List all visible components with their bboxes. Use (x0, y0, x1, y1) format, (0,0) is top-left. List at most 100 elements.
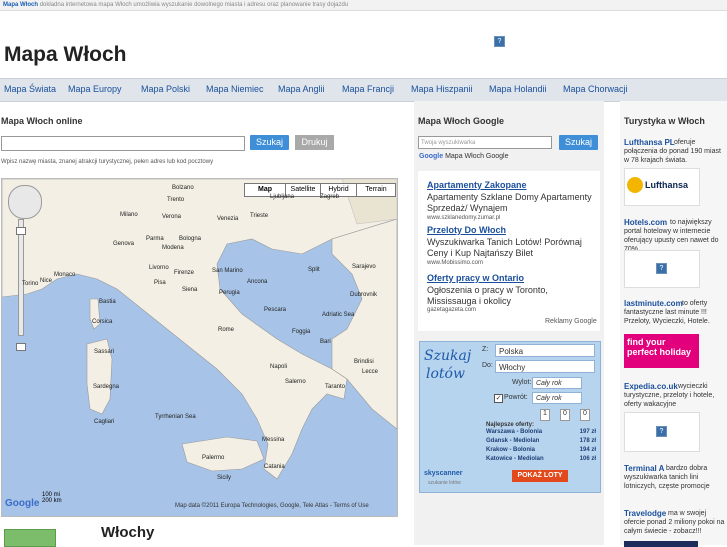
from-label: Z: (482, 346, 489, 353)
zoom-slider[interactable] (18, 219, 24, 336)
map-type-terrain[interactable]: Terrain (356, 183, 396, 197)
infants-count[interactable]: 0 (580, 409, 590, 421)
city-label: Brindisi (354, 359, 374, 365)
city-label: Pisa (154, 280, 166, 286)
to-label: Do: (482, 362, 493, 369)
city-label: Monaco (54, 272, 76, 278)
ad-title-1[interactable]: Apartamenty Zakopane (427, 180, 527, 190)
city-label: Napoli (270, 364, 288, 370)
site-title[interactable]: Mapa Włoch (4, 43, 127, 67)
nav-item-mapa-hiszpanii[interactable]: Mapa Hiszpanii (411, 84, 473, 94)
travelodge-banner[interactable] (624, 541, 698, 547)
map-search-button[interactable]: Szukaj (250, 135, 289, 150)
ad-title-3[interactable]: Oferty pracy w Ontario (427, 273, 524, 283)
city-label: San Marino (212, 268, 243, 274)
ad-url-2[interactable]: www.Mobissimo.com (427, 260, 483, 266)
children-count[interactable]: 0 (560, 409, 570, 421)
lufthansa-logo: Lufthansa (645, 180, 689, 190)
top-navigation: Mapa Świata Mapa Europy Mapa Polski Mapa… (0, 78, 727, 102)
google-logo[interactable]: Google (5, 498, 39, 509)
from-input[interactable]: Polska (495, 344, 595, 357)
nav-item-mapa-polski[interactable]: Mapa Polski (141, 84, 190, 94)
city-label: Salerno (285, 379, 306, 385)
ads-label[interactable]: Reklamy Google (545, 318, 597, 325)
top-brand[interactable]: Mapa Włoch (0, 2, 38, 8)
city-label: Bolzano (172, 185, 194, 191)
google-search-input[interactable]: Twoja wyszukiwarka (418, 136, 552, 149)
map-scale: 100 mi 200 km (42, 492, 62, 504)
city-label: Foggia (292, 329, 311, 335)
nav-item-mapa-europy[interactable]: Mapa Europy (68, 84, 122, 94)
to-input[interactable]: Włochy (495, 360, 595, 373)
nav-item-mapa-anglii[interactable]: Mapa Anglii (278, 84, 325, 94)
adults-count[interactable]: 1 (540, 409, 550, 421)
city-label: Modena (162, 245, 184, 251)
offer-row[interactable]: Katowice - Mediolan 106 zł (484, 456, 596, 465)
nav-item-mapa-chorwacji[interactable]: Mapa Chorwacji (563, 84, 628, 94)
lufthansa-text: oferuje połączenia do ponad 190 miast w … (624, 139, 721, 164)
nav-item-mapa-holandii[interactable]: Mapa Holandii (489, 84, 547, 94)
return-select[interactable]: Cały rok (532, 392, 582, 404)
zoom-in-icon[interactable] (16, 227, 26, 235)
terminal-a-text: bardzo dobra wyszukiwarka tanich lini lo… (624, 465, 710, 490)
offer-route: Katowice - Mediolan (486, 456, 544, 462)
city-label: Perugia (219, 290, 240, 296)
top-info-bar: Mapa Włoch dokładna internetowa mapa Wło… (0, 0, 727, 11)
city-label: Taranto (325, 384, 346, 390)
return-checkbox[interactable]: ✓ (494, 394, 503, 403)
expedia-image-icon: ? (656, 426, 667, 437)
ad-url-3[interactable]: gazetagazeta.com (427, 307, 476, 313)
offer-price: 197 zł (579, 429, 596, 435)
nav-item-mapa-swiata[interactable]: Mapa Świata (4, 84, 56, 94)
city-label: Cagliari (94, 419, 115, 425)
top-description: dokładna internetowa mapa Włoch umożliwi… (39, 2, 349, 8)
travelodge-text: ma w swojej ofercie ponad 2 miliony poko… (624, 510, 725, 535)
city-label: Zagreb (320, 194, 340, 200)
city-label: Bari (320, 339, 331, 345)
city-label: Trieste (250, 213, 269, 219)
city-label: Corsica (92, 319, 113, 325)
skyscanner-logo[interactable]: skyscanner (424, 470, 463, 477)
ad-text-2: Wyszukiwarka Tanich Lotów! Porównaj Ceny… (427, 237, 582, 258)
google-heading: Mapa Włoch Google (418, 116, 505, 126)
city-label: Firenze (174, 270, 195, 276)
flight-brand-top: Szukaj (424, 348, 472, 364)
city-label: Palermo (202, 455, 225, 461)
nav-item-mapa-niemiec[interactable]: Mapa Niemiec (206, 84, 264, 94)
map-search-input[interactable] (1, 136, 245, 151)
city-label: Milano (120, 212, 138, 218)
lastminute-banner[interactable]: find your perfect holiday (624, 334, 699, 368)
ad-url-1[interactable]: www.szklanedomy.zumar.pl (427, 215, 500, 221)
offer-row[interactable]: Warszawa - Bolonia 197 zł (484, 429, 596, 438)
city-label: Sassari (94, 349, 115, 355)
italy-thumbnail (4, 529, 56, 547)
offers-list: Warszawa - Bolonia 197 zł Gdansk - Mediol… (484, 429, 596, 465)
google-search-placeholder: Twoja wyszukiwarka (421, 140, 476, 146)
nav-item-mapa-francji[interactable]: Mapa Francji (342, 84, 394, 94)
city-label: Split (308, 267, 320, 273)
hotels-text: to największy portal hotelowy w internec… (624, 219, 719, 253)
city-label: Ljubljana (270, 194, 295, 200)
google-column: Mapa Włoch Google Twoja wyszukiwarka Szu… (414, 101, 604, 545)
depart-select[interactable]: Cały rok (532, 377, 582, 389)
city-label: Torino (22, 281, 39, 287)
google-search-button[interactable]: Szukaj (559, 135, 598, 150)
city-label: Rome (218, 327, 235, 333)
map-copyright[interactable]: Map data ©2011 Europa Technologies, Goog… (175, 503, 369, 509)
pan-control[interactable] (8, 185, 42, 219)
show-flights-button[interactable]: POKAŻ LOTY (512, 470, 568, 482)
offer-price: 194 zł (579, 447, 596, 453)
lufthansa-banner[interactable]: Lufthansa (624, 168, 700, 206)
print-button[interactable]: Drukuj (295, 135, 334, 150)
offer-row[interactable]: Gdansk - Mediolan 178 zł (484, 438, 596, 447)
offer-row[interactable]: Krakow - Bolonia 194 zł (484, 447, 596, 456)
help-icon[interactable]: ? (494, 36, 505, 47)
city-label: Bologna (179, 236, 202, 242)
city-label: Tyrrhenian Sea (155, 414, 196, 420)
city-label: Bastia (99, 299, 116, 305)
ad-title-2[interactable]: Przeloty Do Włoch (427, 225, 506, 235)
country-title: Włochy (101, 524, 155, 541)
map-viewport[interactable]: Map Satellite Hybrid Terrain Torino Mila… (1, 178, 398, 517)
zoom-out-icon[interactable] (16, 343, 26, 351)
city-label: Trento (167, 197, 185, 203)
